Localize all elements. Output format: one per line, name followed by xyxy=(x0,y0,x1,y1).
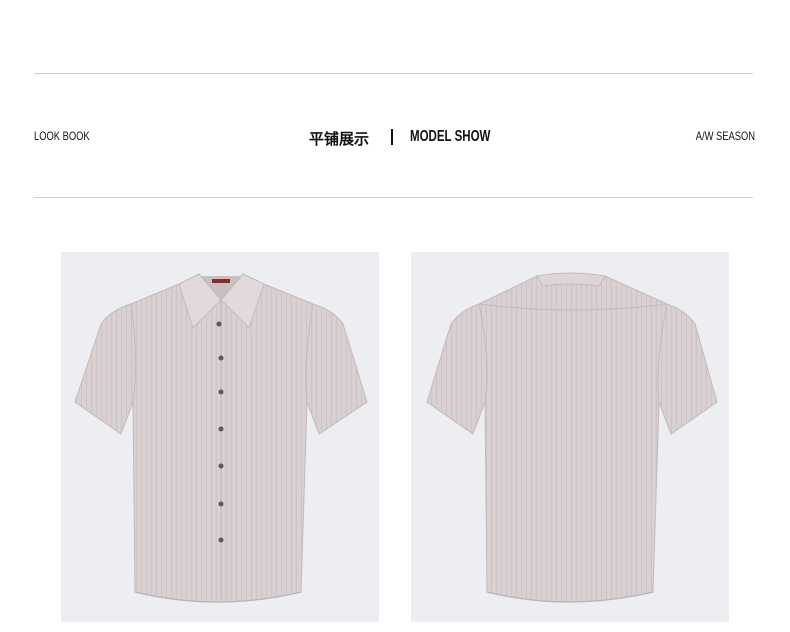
section-header: LOOK BOOK 平铺展示 MODEL SHOW A/W SEASON xyxy=(0,126,790,148)
look-book-label: LOOK BOOK xyxy=(34,129,90,143)
shirt-front-icon xyxy=(74,273,368,603)
title-chinese: 平铺展示 xyxy=(309,130,370,148)
shirt-front-photo xyxy=(61,252,379,622)
title-english: MODEL SHOW xyxy=(410,128,491,145)
shirt-back-photo xyxy=(411,252,729,622)
top-divider xyxy=(34,73,753,74)
bottom-divider xyxy=(34,197,753,198)
aw-season-label: A/W SEASON xyxy=(695,129,755,143)
shirt-back-icon xyxy=(426,272,718,603)
title-separator xyxy=(391,129,393,145)
